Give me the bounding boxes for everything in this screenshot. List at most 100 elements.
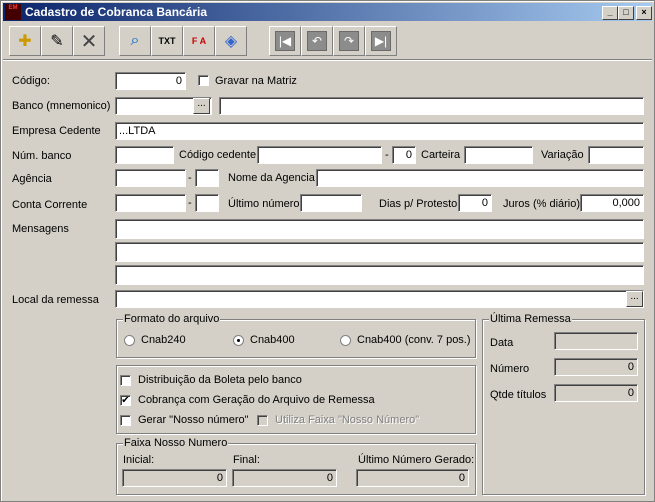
new-icon: ✚	[18, 33, 32, 50]
radio-cnab240[interactable]	[124, 335, 135, 346]
ultimo-numero-label: Último número	[228, 198, 300, 210]
mensagens-label: Mensagens	[12, 223, 69, 235]
txt-icon: TXT	[158, 36, 176, 46]
delete-button[interactable]: ✕	[73, 26, 105, 56]
cobranca-checkbox[interactable]: ✔	[120, 395, 131, 406]
faixa-ultimo-input[interactable]: 0	[356, 469, 469, 487]
agencia-dv-input[interactable]	[195, 169, 219, 187]
numbanco-label: Núm. banco	[12, 150, 72, 162]
banco-label: Banco (mnemonico)	[12, 100, 111, 112]
main-window: EM Cadastro de Cobranca Bancária _ □ × ✚…	[0, 0, 655, 502]
radio-cnab400-7pos[interactable]	[340, 335, 351, 346]
local-label: Local da remessa	[12, 294, 99, 306]
next-record-button[interactable]: ↷	[333, 26, 365, 56]
dias-protesto-input[interactable]: 0	[458, 194, 492, 212]
empresa-input[interactable]: ...LTDA	[115, 122, 644, 140]
mensagem-line-2[interactable]	[115, 242, 644, 262]
label-icon: ◈	[224, 33, 238, 50]
local-input[interactable]	[115, 290, 644, 308]
gerar-nosso-numero-label: Gerar "Nosso número"	[138, 414, 249, 426]
dias-protesto-label: Dias p/ Protesto	[379, 198, 458, 210]
gerar-nosso-numero-checkbox[interactable]	[120, 415, 131, 426]
ultima-numero-field: 0	[554, 358, 638, 376]
variacao-label: Variação	[541, 149, 584, 161]
variacao-input[interactable]	[588, 146, 644, 164]
faixa-final-label: Final:	[233, 454, 260, 466]
formato-title: Formato do arquivo	[123, 313, 221, 325]
prev-icon: ↶	[307, 31, 327, 51]
radio-cnab240-label: Cnab240	[141, 334, 186, 346]
empresa-label: Empresa Cedente	[12, 125, 101, 137]
codigo-input[interactable]: 0	[115, 72, 186, 90]
title-bar: EM Cadastro de Cobranca Bancária _ □ ×	[3, 3, 652, 21]
juros-label: Juros (% diário):	[503, 198, 584, 210]
faixa-nosso-numero-label: Utiliza Faixa "Nosso Número"	[275, 414, 420, 426]
conta-label: Conta Corrente	[12, 199, 88, 211]
conta-dv-input[interactable]	[195, 194, 219, 212]
codigo-label: Código:	[12, 75, 50, 87]
maximize-button[interactable]: □	[618, 6, 634, 20]
faixa-ultimo-label: Último Número Gerado:	[358, 454, 475, 466]
prev-record-button[interactable]: ↶	[301, 26, 333, 56]
codcedente-dv-input[interactable]: 0	[392, 146, 416, 164]
first-icon: |◀	[275, 31, 295, 51]
faixa-title: Faixa Nosso Numero	[123, 437, 229, 449]
banco-lookup-button[interactable]: ...	[193, 98, 210, 114]
agencia-dash: -	[188, 172, 192, 184]
conta-dash: -	[188, 197, 192, 209]
ultima-data-label: Data	[490, 337, 514, 349]
carteira-input[interactable]	[464, 146, 533, 164]
ultima-qtde-field: 0	[554, 384, 638, 402]
new-button[interactable]: ✚	[9, 26, 41, 56]
ultima-data-field	[554, 332, 638, 350]
delete-icon: ✕	[80, 30, 98, 53]
conta-input[interactable]	[115, 194, 186, 212]
close-button[interactable]: ×	[636, 6, 652, 20]
banco-description[interactable]	[219, 97, 644, 115]
app-icon: EM	[5, 4, 21, 20]
cobranca-label: Cobrança com Geração do Arquivo de Remes…	[138, 394, 375, 406]
txt-button[interactable]: TXT	[151, 26, 183, 56]
search-button[interactable]: ⌕	[119, 26, 151, 56]
juros-input[interactable]: 0,000	[580, 194, 644, 212]
faixa-final-input[interactable]: 0	[232, 469, 337, 487]
window-title: Cadastro de Cobranca Bancária	[25, 5, 208, 19]
fa-button[interactable]: F A	[183, 26, 215, 56]
radio-cnab400[interactable]	[233, 335, 244, 346]
ultima-numero-label: Número	[490, 363, 530, 375]
label-button[interactable]: ◈	[215, 26, 247, 56]
gravar-matriz-label: Gravar na Matriz	[215, 75, 297, 87]
ultima-qtde-label: Qtde títulos	[490, 389, 547, 401]
first-record-button[interactable]: |◀	[269, 26, 301, 56]
toolbar: ✚ ✎ ✕ ⌕ TXT F A ◈ |◀ ↶ ↷ ▶|	[3, 23, 652, 60]
nome-agencia-label: Nome da Agencia	[228, 172, 315, 184]
gravar-matriz-checkbox[interactable]	[198, 75, 209, 86]
edit-icon: ✎	[50, 33, 64, 50]
numbanco-input[interactable]	[115, 146, 174, 164]
agencia-label: Agência	[12, 173, 52, 185]
mensagem-line-3[interactable]	[115, 265, 644, 285]
faixa-inicial-label: Inicial:	[123, 454, 155, 466]
nome-agencia-input[interactable]	[316, 169, 644, 187]
codcedente-input[interactable]	[257, 146, 382, 164]
codcedente-dash: -	[385, 149, 389, 161]
fa-icon: F A	[191, 36, 207, 46]
radio-cnab400-7pos-label: Cnab400 (conv. 7 pos.)	[357, 334, 471, 346]
radio-cnab400-label: Cnab400	[250, 334, 295, 346]
minimize-button[interactable]: _	[602, 6, 618, 20]
faixa-nosso-numero-checkbox[interactable]	[257, 415, 268, 426]
last-icon: ▶|	[371, 31, 391, 51]
last-record-button[interactable]: ▶|	[365, 26, 397, 56]
ultimo-numero-input[interactable]	[300, 194, 362, 212]
search-icon: ⌕	[130, 32, 140, 49]
edit-button[interactable]: ✎	[41, 26, 73, 56]
distrib-checkbox[interactable]	[120, 375, 131, 386]
local-browse-button[interactable]: ...	[626, 291, 643, 307]
codcedente-label: Código cedente	[179, 149, 257, 161]
distrib-label: Distribuição da Boleta pelo banco	[138, 374, 302, 386]
agencia-input[interactable]	[115, 169, 186, 187]
mensagem-line-1[interactable]	[115, 219, 644, 239]
carteira-label: Carteira	[421, 149, 461, 161]
next-icon: ↷	[339, 31, 359, 51]
faixa-inicial-input[interactable]: 0	[122, 469, 227, 487]
